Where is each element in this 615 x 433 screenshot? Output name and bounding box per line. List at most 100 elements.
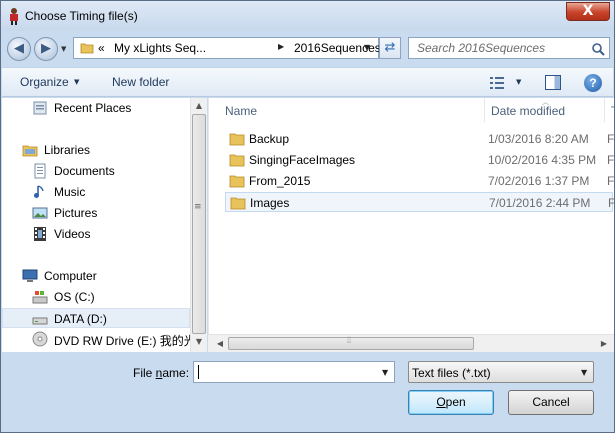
search-box[interactable]: Search 2016Sequences (408, 37, 610, 59)
button-label: pen (445, 395, 466, 409)
file-type: F (607, 132, 614, 146)
nav-scrollbar[interactable]: ▲ ≡ ▼ (190, 98, 207, 352)
cancel-button[interactable]: Cancel (508, 390, 594, 415)
folder-icon (229, 154, 245, 167)
file-type-select[interactable]: Text files (*.txt) ▼ (408, 361, 594, 383)
file-row[interactable]: From_2015 7/02/2016 1:37 PM F (225, 171, 614, 191)
breadcrumb-overflow[interactable]: « (98, 41, 105, 55)
nav-item-label: OS (C:) (54, 290, 95, 304)
preview-pane-icon[interactable] (545, 75, 561, 90)
drive-icon (32, 291, 48, 304)
nav-item-dvd-drive[interactable]: DVD RW Drive (E:) 我的光盘 (2, 329, 190, 349)
file-date: 1/03/2016 8:20 AM (488, 132, 589, 146)
organize-dropdown-icon[interactable]: ▼ (74, 78, 79, 86)
file-name-label: File name: (133, 366, 189, 380)
refresh-button[interactable]: ⇄ (379, 37, 401, 59)
folder-icon (230, 197, 246, 210)
forward-arrow-icon: ▶ (41, 41, 51, 56)
scroll-thumb[interactable]: ⦙⦙ (228, 335, 474, 350)
file-name: Images (250, 196, 290, 210)
change-view-icon[interactable] (489, 76, 505, 90)
nav-item-os-drive[interactable]: OS (C:) (2, 287, 190, 307)
dvd-drive-icon (32, 331, 48, 347)
breadcrumb-chevron-icon[interactable]: ▶ (278, 42, 284, 51)
app-icon (10, 8, 18, 25)
libraries-icon (22, 145, 38, 157)
column-header-name[interactable]: Name (219, 98, 485, 122)
help-icon[interactable]: ? (584, 74, 602, 92)
nav-item-label: Pictures (54, 206, 98, 220)
label-text: File (133, 366, 156, 380)
file-type: F (607, 153, 614, 167)
close-button[interactable]: X (566, 2, 610, 21)
recent-locations-dropdown-icon[interactable]: ▼ (61, 45, 66, 53)
file-list-hscrollbar[interactable]: ◀ ⦙⦙ ▶ (208, 334, 614, 352)
breadcrumb-segment[interactable]: My xLights Seq... (114, 41, 206, 55)
view-dropdown-icon[interactable]: ▼ (516, 78, 521, 86)
nav-item-pictures[interactable]: Pictures (2, 203, 190, 223)
back-button[interactable]: ◀ (7, 37, 31, 61)
nav-item-label: DATA (D:) (54, 312, 107, 326)
window-title: Choose Timing file(s) (25, 9, 138, 23)
scroll-down-icon[interactable]: ▼ (191, 334, 207, 350)
computer-icon (22, 269, 38, 282)
column-header-label: T (611, 104, 614, 118)
nav-item-music[interactable]: Music (2, 182, 190, 202)
file-name: From_2015 (249, 174, 311, 188)
nav-item-libraries[interactable]: Libraries (2, 140, 190, 160)
address-dropdown-icon[interactable]: ▼ (364, 43, 370, 52)
address-bar[interactable]: « My xLights Seq... ▶ 2016Sequences ▶ ▼ (73, 37, 392, 59)
nav-item-videos[interactable]: Videos (2, 224, 190, 244)
file-name-dropdown-icon[interactable]: ▼ (382, 368, 388, 377)
new-folder-button[interactable]: New folder (112, 75, 169, 89)
organize-button[interactable]: Organize (20, 75, 69, 89)
nav-item-label: Documents (54, 164, 115, 178)
nav-item-label: DVD RW Drive (E:) 我的光盘 (54, 334, 190, 348)
file-type: F (608, 196, 614, 210)
command-bar: Organize ▼ New folder ▼ ? (2, 67, 613, 97)
folder-icon (229, 133, 245, 146)
file-name-field[interactable]: ▼ (193, 361, 395, 383)
folder-icon (80, 43, 94, 54)
file-row[interactable]: Images 7/01/2016 2:44 PM F (225, 192, 614, 212)
file-row[interactable]: SingingFaceImages 10/02/2016 4:35 PM F (225, 150, 614, 170)
label-text: ame: (162, 366, 190, 380)
file-type-dropdown-icon[interactable]: ▼ (581, 368, 587, 377)
scroll-thumb[interactable] (192, 114, 206, 334)
nav-item-computer[interactable]: Computer (2, 266, 190, 286)
forward-button[interactable]: ▶ (34, 37, 58, 61)
column-header-label: Date modified (491, 104, 566, 118)
back-arrow-icon: ◀ (14, 41, 24, 56)
recent-places-icon (33, 101, 47, 115)
nav-item-label: Computer (44, 269, 97, 283)
file-name: SingingFaceImages (249, 153, 356, 167)
videos-icon (34, 227, 46, 241)
file-date: 10/02/2016 4:35 PM (488, 153, 597, 167)
close-icon: X (582, 3, 594, 19)
documents-icon (34, 163, 46, 179)
scroll-right-icon[interactable]: ▶ (596, 336, 612, 352)
scroll-left-icon[interactable]: ◀ (212, 336, 228, 352)
column-header-date[interactable]: Date modified (485, 98, 605, 122)
text-caret (198, 365, 199, 379)
file-type: F (607, 174, 614, 188)
folder-icon (229, 175, 245, 188)
file-type-value: Text files (*.txt) (412, 366, 491, 380)
search-icon[interactable] (591, 42, 605, 56)
column-header-type[interactable]: T (605, 98, 614, 122)
nav-item-label: Videos (54, 227, 91, 241)
pictures-icon (32, 207, 48, 219)
scroll-up-icon[interactable]: ▲ (191, 98, 207, 114)
open-button[interactable]: Open (408, 390, 494, 415)
nav-item-documents[interactable]: Documents (2, 161, 190, 181)
nav-item-label: Music (54, 185, 86, 199)
file-row[interactable]: Backup 1/03/2016 8:20 AM F (225, 129, 614, 149)
button-accelerator: O (436, 395, 446, 409)
nav-item-recent-places[interactable]: Recent Places (2, 98, 190, 118)
search-input[interactable]: Search 2016Sequences (417, 41, 545, 55)
file-list: ︿ Name Date modified T Backup 1/03/2016 … (208, 98, 614, 334)
nav-item-label: Recent Places (54, 101, 132, 115)
file-name: Backup (249, 132, 290, 146)
title-bar[interactable]: Choose Timing file(s) X (1, 1, 614, 31)
nav-item-data-drive[interactable]: DATA (D:) (2, 308, 190, 328)
